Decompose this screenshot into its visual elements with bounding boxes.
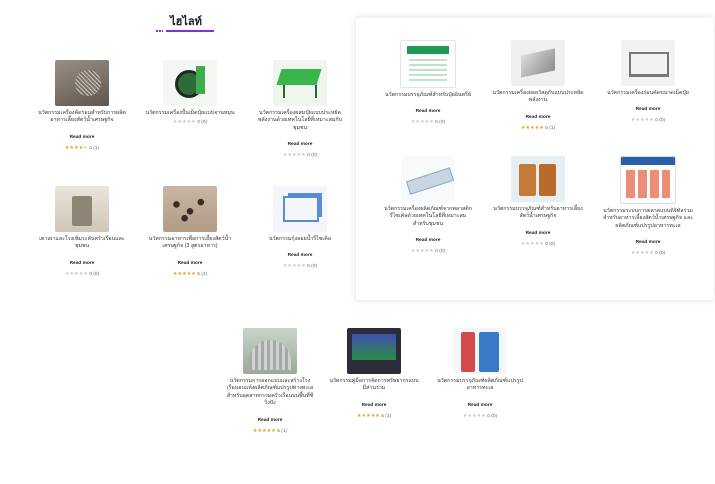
highlight-panel-right: นวัตกรรมบรรจุภัณฑ์สำหรับปุ๋ยอินทรีย์ Rea…: [356, 18, 714, 300]
product-card[interactable]: นวัตกรรมการออกแบบและสร้างโรงเรือนอบแห้งผ…: [222, 328, 318, 434]
highlight-panel-left: ไฮไลท์ นวัตกรรมเครื่องคัดร่อนสำหรับการผล…: [0, 0, 372, 306]
product-title[interactable]: นวัตกรรมอาหารเพื่อการเลี้ยงสัตว์น้ำเศรษฐ…: [144, 236, 236, 251]
product-rating: ★★★★★ 5 (1): [356, 413, 392, 419]
drum-machine-photo-icon[interactable]: [163, 60, 217, 106]
product-title[interactable]: นวัตกรรมระบบการตลาดแบบดิจิทัลร่วมสำหรับอ…: [602, 208, 694, 230]
read-more-link[interactable]: Read more: [526, 231, 551, 236]
steel-machine-photo-icon[interactable]: [511, 40, 565, 86]
product-rating: ★★★★★ 0 (0): [630, 118, 666, 124]
read-more-link[interactable]: Read more: [416, 109, 441, 114]
read-more-link[interactable]: Read more: [70, 135, 95, 140]
read-more-link[interactable]: Read more: [178, 261, 203, 266]
star-rating-icon: ★★★★★: [172, 271, 196, 277]
read-more-link[interactable]: Read more: [526, 115, 551, 120]
product-rating: ★★★★★ 0 (0): [282, 153, 318, 159]
product-rating: ★★★★★ 0 (0): [410, 120, 446, 126]
star-rating-icon: ★★★★★: [630, 118, 654, 124]
star-rating-icon: ★★★★★: [630, 251, 654, 257]
product-card[interactable]: นวัตกรรมกุ้งลอยน้ำรีไซเคิล Read more ★★★…: [252, 186, 348, 269]
steel-frame-photo-icon[interactable]: [621, 40, 675, 86]
greenhouse-tunnel-photo-icon[interactable]: [243, 328, 297, 374]
product-card[interactable]: นวัตกรรมเครื่องผสมปุ๋ยแบบประหยัดพลังงานด…: [252, 60, 348, 158]
product-title[interactable]: เตาเผาและโรงเพิ่มระดับครัวเรือนและชุมชน: [36, 236, 128, 251]
star-rating-icon: ★★★★★: [64, 271, 88, 277]
product-title[interactable]: นวัตกรรมเครื่องร่อนคัดขนาดเม็ดปุ๋ย: [602, 90, 694, 97]
monitor-screenshot-icon[interactable]: [347, 328, 401, 374]
read-more-link[interactable]: Read more: [288, 253, 313, 258]
star-rating-icon: ★★★★★: [252, 428, 276, 434]
feed-pellets-photo-icon[interactable]: [163, 186, 217, 232]
product-card[interactable]: เตาเผาและโรงเพิ่มระดับครัวเรือนและชุมชน …: [34, 186, 130, 277]
product-title[interactable]: นวัตกรรมเครื่องคัดร่อนสำหรับการผลิตอาหาร…: [36, 110, 128, 125]
product-card[interactable]: นวัตกรรมระบบการตลาดแบบดิจิทัลร่วมสำหรับอ…: [600, 156, 696, 256]
star-rating-icon: ★★★★★: [410, 120, 434, 126]
cage-model-photo-icon[interactable]: [273, 186, 327, 232]
read-more-link[interactable]: Read more: [258, 418, 283, 423]
product-title[interactable]: นวัตกรรมเครื่องปั้นเม็ดปุ๋ยแบบจานหมุน: [144, 110, 236, 117]
product-card[interactable]: นวัตกรรมอาหารเพื่อการเลี้ยงสัตว์น้ำเศรษฐ…: [142, 186, 238, 277]
product-card[interactable]: นวัตกรรมเครื่องย่อยวัสดุกับแบบประหยัดพลั…: [490, 40, 586, 131]
star-rating-icon: ★★★★★: [172, 120, 196, 126]
star-rating-icon: ★★★★★: [520, 241, 544, 247]
star-rating-icon: ★★★★★: [410, 249, 434, 255]
product-title[interactable]: นวัตกรรมเครื่องผลิตภัณฑ์จากพลาสติกรีไซเค…: [382, 206, 474, 228]
website-screenshot-icon[interactable]: [620, 156, 676, 204]
product-title[interactable]: นวัตกรรมบรรจุภัณฑ์สำหรับอาหารเลี้ยงสัตว์…: [492, 206, 584, 221]
product-rating: ★★★★★ 0 (0): [64, 271, 100, 277]
product-rating: ★★★★★ 5 (1): [252, 428, 288, 434]
star-rating-icon: ★★★★★: [462, 413, 486, 419]
product-packaging-photo-icon[interactable]: [453, 328, 507, 374]
product-title[interactable]: นวัตกรรมการออกแบบและสร้างโรงเรือนอบแห้งผ…: [224, 378, 316, 408]
product-card[interactable]: นวัตกรรมบรรจุภัณฑ์สำหรับอาหารเลี้ยงสัตว์…: [490, 156, 586, 247]
plastic-sheet-photo-icon[interactable]: [401, 156, 455, 202]
product-title[interactable]: นวัตกรรมบรรจุภัณฑ์สำหรับปุ๋ยอินทรีย์: [382, 92, 474, 99]
product-rating: ★★★★★ 0 (0): [520, 241, 556, 247]
product-card[interactable]: นวัตกรรมคู่มือการจัดการทรัพยากรแบบมีส่วน…: [326, 328, 422, 419]
product-rating: ★★★★★ 4 (1): [64, 145, 100, 151]
product-card[interactable]: นวัตกรรมเครื่องผลิตภัณฑ์จากพลาสติกรีไซเค…: [380, 156, 476, 254]
star-rating-icon: ★★★★★: [520, 125, 544, 131]
product-title[interactable]: นวัตกรรมกุ้งลอยน้ำรีไซเคิล: [254, 236, 346, 243]
highlight-panel-bottom: นวัตกรรมการออกแบบและสร้างโรงเรือนอบแห้งผ…: [222, 312, 532, 482]
product-card[interactable]: นวัตกรรมเครื่องปั้นเม็ดปุ๋ยแบบจานหมุน ★★…: [142, 60, 238, 125]
rotary-sieve-photo-icon[interactable]: [55, 60, 109, 106]
star-rating-icon: ★★★★★: [64, 145, 88, 151]
product-rating: ★★★★★ 5 (1): [520, 125, 556, 131]
product-card[interactable]: นวัตกรรมบรรจุภัณฑ์ผลิตภัณฑ์แปรรูปอาหารทะ…: [432, 328, 528, 419]
read-more-link[interactable]: Read more: [288, 142, 313, 147]
brochure-photo-icon[interactable]: [400, 40, 456, 88]
read-more-link[interactable]: Read more: [636, 240, 661, 245]
product-title[interactable]: นวัตกรรมบรรจุภัณฑ์ผลิตภัณฑ์แปรรูปอาหารทะ…: [434, 378, 526, 393]
heading-underline: [156, 30, 214, 32]
lab-equipment-photo-icon[interactable]: [55, 186, 109, 232]
product-title[interactable]: นวัตกรรมเครื่องผสมปุ๋ยแบบประหยัดพลังงานด…: [254, 110, 346, 132]
star-rating-icon: ★★★★★: [282, 153, 306, 159]
product-card[interactable]: นวัตกรรมเครื่องคัดร่อนสำหรับการผลิตอาหาร…: [34, 60, 130, 151]
read-more-link[interactable]: Read more: [416, 238, 441, 243]
product-rating: ★★★★★ 0 (0): [282, 264, 318, 270]
product-rating: ★★★★★ 0 (0): [630, 251, 666, 257]
section-heading: ไฮไลท์: [170, 16, 202, 28]
read-more-link[interactable]: Read more: [70, 261, 95, 266]
product-rating: ★★★★★ 5 (2): [172, 271, 208, 277]
read-more-link[interactable]: Read more: [636, 107, 661, 112]
product-title[interactable]: นวัตกรรมเครื่องย่อยวัสดุกับแบบประหยัดพลั…: [492, 90, 584, 105]
read-more-link[interactable]: Read more: [468, 403, 493, 408]
product-card[interactable]: นวัตกรรมเครื่องร่อนคัดขนาดเม็ดปุ๋ย Read …: [600, 40, 696, 123]
read-more-link[interactable]: Read more: [362, 403, 387, 408]
feed-bags-photo-icon[interactable]: [511, 156, 565, 202]
product-title[interactable]: นวัตกรรมคู่มือการจัดการทรัพยากรแบบมีส่วน…: [328, 378, 420, 393]
product-rating: ★★★★★ 0 (0): [462, 413, 498, 419]
star-rating-icon: ★★★★★: [282, 264, 306, 270]
product-card[interactable]: นวัตกรรมบรรจุภัณฑ์สำหรับปุ๋ยอินทรีย์ Rea…: [380, 40, 476, 125]
mixer-machine-photo-icon[interactable]: [273, 60, 327, 106]
star-rating-icon: ★★★★★: [356, 413, 380, 419]
product-rating: ★★★★★ 0 (0): [410, 249, 446, 255]
product-rating: ★★★★★ 0 (0): [172, 120, 208, 126]
